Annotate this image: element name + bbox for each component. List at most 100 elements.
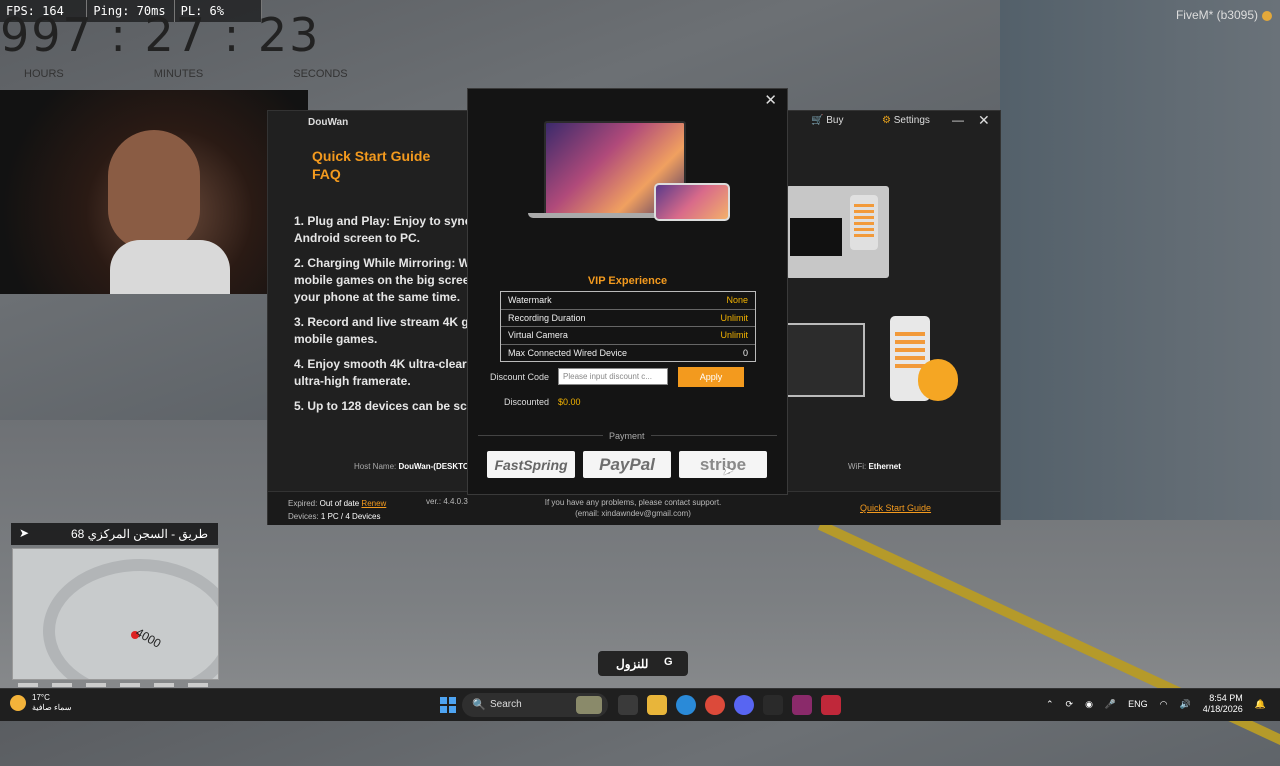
fastspring-button[interactable]: FastSpring [487,451,575,478]
feature-item: 2. Charging While Mirroring: W mobile ga… [294,256,470,304]
sync-icon[interactable]: ⟳ [1066,699,1074,710]
start-button[interactable] [440,697,456,713]
feature-item: 1. Plug and Play: Enjoy to sync Android … [294,214,472,245]
row-key: Watermark [508,295,552,305]
volume-icon[interactable]: 🔊 [1180,699,1191,710]
navigation-arrow-icon: ➤ [19,526,30,540]
moon-weather-icon [10,695,26,711]
devices-label: Devices: [288,512,319,521]
quick-start-heading: Quick Start Guide [312,148,431,164]
language-indicator[interactable]: ENG [1128,699,1148,709]
host-label: Host Name: [354,462,397,471]
row-value: Unlimit [720,330,748,340]
buy-button[interactable]: 🛒 Buy [811,115,843,126]
mouse-cursor-icon: ➤ [722,462,734,478]
wifi-icon[interactable]: ◠ [1160,699,1168,710]
minimize-button[interactable]: — [952,113,964,127]
mic-icon[interactable]: 🎤 [1105,699,1116,710]
row-value: Unlimit [720,312,748,323]
search-highlight-icon [576,696,602,714]
support-email: (email: xindawndev@gmail.com) [575,509,691,518]
search-icon: 🔍 [472,699,486,711]
seconds-label: SECONDS [293,68,348,80]
table-row: Virtual Camera Unlimit [501,327,755,345]
support-text: If you have any problems, please contact… [498,497,768,519]
file-explorer-icon[interactable] [647,695,667,715]
buy-label: Buy [826,115,844,126]
wifi-label: WiFi: [848,462,867,471]
table-row: Watermark None [501,292,755,310]
streaming-app-icon[interactable] [792,695,812,715]
edge-icon[interactable] [676,695,696,715]
status-bar [52,683,72,687]
apply-button[interactable]: Apply [678,367,744,387]
clock-time: 8:54 PM [1209,693,1243,703]
discord-icon[interactable] [734,695,754,715]
clock-date: 4/18/2026 [1202,704,1243,714]
version-text: ver.: 4.4.0.3 [426,497,468,506]
status-bars [18,683,208,687]
gps-bar: ➤ 68 طريق - السجن المركزي [11,523,218,545]
license-info: Expired: Out of date Renew Devices: 1 PC… [288,497,386,523]
app-footer: Expired: Out of date Renew Devices: 1 PC… [268,491,1000,525]
close-dialog-button[interactable]: ✕ [764,91,777,109]
system-tray: ⌃ ⟳ ◉ 🎤 ENG ◠ 🔊 8:54 PM 4/18/2026 🔔 [1046,693,1266,715]
fivem-icon [1262,10,1272,21]
street-name: 68 طريق - السجن المركزي [70,527,208,541]
faq-heading: FAQ [312,166,341,182]
douwan-taskbar-icon[interactable] [821,695,841,715]
status-bar [120,683,140,687]
hours-label: HOURS [24,68,64,80]
phone-illustration [850,195,878,250]
status-bar [18,683,38,687]
chrome-icon[interactable] [705,695,725,715]
table-row: Max Connected Wired Device 0 [501,345,755,362]
vip-dialog: ✕ VIP Experience Watermark None Recording… [467,88,788,495]
close-app-button[interactable]: ✕ [978,112,990,129]
renew-link[interactable]: Renew [361,499,386,508]
weather-widget[interactable]: 17°C سماء صافية [10,693,72,713]
countdown-timer: 997 : 27 : 23 [0,8,321,62]
interaction-prompt: للنزول G [598,651,688,676]
clock[interactable]: 8:54 PM 4/18/2026 [1203,693,1243,715]
timer-labels: HOURS MINUTES SECONDS [24,68,348,80]
row-key: Max Connected Wired Device [508,347,628,358]
task-view-icon[interactable] [618,695,638,715]
feature-item: 3. Record and live stream 4K g mobile ga… [294,315,469,346]
app-icon[interactable] [763,695,783,715]
notification-icon[interactable]: 🔔 [1255,699,1266,710]
expired-value: Out of date [319,499,360,508]
discount-code-input[interactable] [558,368,668,385]
row-value: None [726,295,748,305]
payment-label: Payment [603,431,651,441]
status-bar [188,683,208,687]
wifi-value: Ethernet [868,462,901,471]
taskbar-search[interactable]: 🔍 Search [462,693,608,717]
settings-button[interactable]: ⚙ Settings [882,115,930,126]
streamer-shirt [110,240,230,294]
monitor-illustration-2 [786,323,865,397]
weather-temp: 17°C [32,693,50,702]
guide-headings: Quick Start Guide FAQ [312,147,430,183]
paypal-button[interactable]: PayPal [583,451,671,478]
discounted-value: $0.00 [558,397,581,407]
host-value: DouWan-(DESKTO [398,462,470,471]
phone-art-illustration [654,183,730,221]
status-bar [86,683,106,687]
devices-value: 1 PC / 4 Devices [320,512,381,521]
quick-start-link[interactable]: Quick Start Guide [860,503,931,513]
wifi-status: WiFi: Ethernet [848,462,901,471]
fivem-build-text: FiveM* (b3095) [1175,8,1258,22]
row-key: Virtual Camera [508,330,568,340]
row-value: 0 [742,347,748,358]
search-label: Search [490,699,522,710]
gear-icon: ⚙ [882,115,891,126]
row-key: Recording Duration [508,312,586,323]
table-row: Recording Duration Unlimit [501,310,755,327]
network-icon[interactable]: ◉ [1085,699,1093,710]
settings-label: Settings [893,115,930,126]
expired-label: Expired: [288,499,318,508]
cart-icon: 🛒 [811,115,824,126]
map-road-ring [43,559,218,679]
chevron-up-icon[interactable]: ⌃ [1046,699,1054,710]
